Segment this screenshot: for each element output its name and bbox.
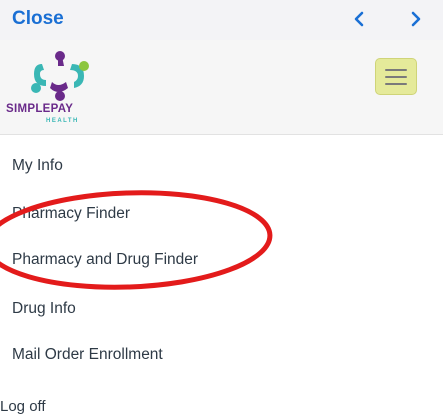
menu-item-mail-order-enrollment[interactable]: Mail Order Enrollment	[12, 346, 163, 364]
logo-brand-subtext: HEALTH	[46, 118, 79, 124]
logo-mark-icon	[31, 51, 89, 101]
logo-brand-text: SIMPLEPAY	[6, 103, 74, 115]
close-button[interactable]: Close	[12, 8, 64, 30]
hamburger-line	[385, 82, 407, 85]
hamburger-line	[385, 68, 407, 71]
highlight-annotation	[0, 190, 273, 290]
annotation-ellipse	[0, 190, 273, 290]
menu-item-pharmacy-finder[interactable]: Pharmacy Finder	[12, 205, 130, 223]
top-bar: Close	[0, 0, 443, 40]
menu-item-drug-info[interactable]: Drug Info	[12, 300, 76, 318]
chevron-right-icon	[411, 11, 421, 27]
simplepay-health-logo[interactable]: SIMPLEPAY HEALTH	[6, 48, 114, 130]
previous-button[interactable]	[344, 4, 374, 34]
next-button[interactable]	[401, 4, 431, 34]
menu-item-my-info[interactable]: My Info	[12, 157, 63, 175]
menu-toggle-button[interactable]	[375, 58, 417, 95]
menu-item-pharmacy-and-drug-finder[interactable]: Pharmacy and Drug Finder	[12, 251, 198, 269]
chevron-left-icon	[354, 11, 364, 27]
log-off-link[interactable]: Log off	[0, 398, 46, 415]
hamburger-line	[385, 75, 407, 78]
app-header: SIMPLEPAY HEALTH	[0, 40, 443, 135]
